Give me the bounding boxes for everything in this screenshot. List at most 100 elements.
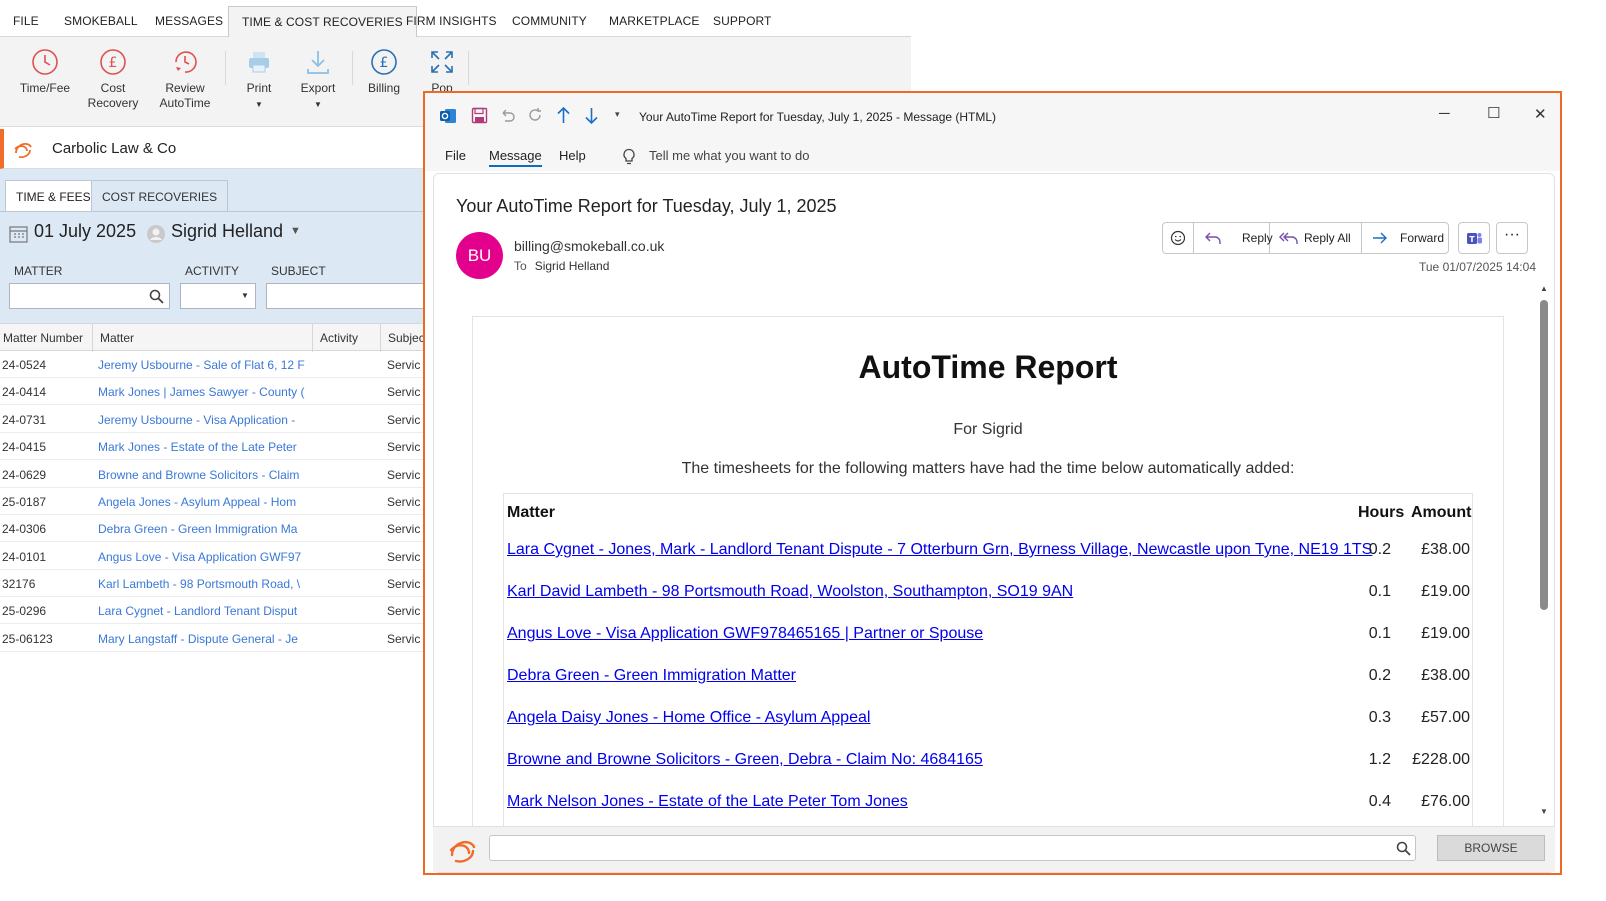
export-button[interactable]: Export ▼ [298,47,338,112]
email-body: AutoTime Report For Sigrid The timesheet… [472,316,1504,838]
report-amount: £57.00 [1421,709,1470,726]
scroll-thumb[interactable] [1540,300,1548,610]
sender-address[interactable]: billing@smokeball.co.uk [514,238,664,254]
menu-firm-insights[interactable]: FIRM INSIGHTS [406,14,497,28]
menu-time-cost-recoveries[interactable]: TIME & COST RECOVERIES [228,6,417,38]
matter-search-input[interactable] [9,283,170,309]
report-matter-link[interactable]: Debra Green - Green Immigration Matter [507,667,796,685]
report-matter-link[interactable]: Angela Daisy Jones - Home Office - Asylu… [507,709,870,727]
tab-message[interactable]: Message [489,148,542,167]
menu-messages[interactable]: MESSAGES [155,14,223,28]
report-row: Angela Daisy Jones - Home Office - Asylu… [504,709,1472,751]
tab-time-fees[interactable]: TIME & FEES [5,180,102,212]
subject-cell: Servic [387,358,421,372]
ellipsis-icon: ··· [1504,226,1520,243]
matter-link[interactable]: Browne and Browne Solicitors - Claim [98,468,308,482]
forward-button[interactable]: Forward [1362,223,1449,253]
forward-label: Forward [1400,231,1445,245]
matter-link[interactable]: Jeremy Usbourne - Visa Application - [98,413,308,427]
reading-scrollbar[interactable]: ▲ ▼ [1538,284,1550,818]
reply-button[interactable]: Reply [1194,223,1273,253]
time-fee-button[interactable]: Time/Fee [18,47,72,96]
smokeball-addin-bar: BROWSE [433,826,1555,872]
report-hours: 0.4 [1368,793,1391,810]
menu-support[interactable]: SUPPORT [713,14,772,28]
col-activity[interactable]: Activity [320,331,358,345]
report-hours: 0.1 [1368,625,1391,642]
undo-icon[interactable] [499,107,516,124]
chevron-down-icon[interactable]: ▼ [290,225,301,237]
scroll-down-icon[interactable]: ▼ [1540,807,1548,816]
report-matter-link[interactable]: Angus Love - Visa Application GWF9784651… [507,625,983,643]
expand-icon [431,51,453,73]
time-fee-label: Time/Fee [19,81,71,95]
matter-link[interactable]: Karl Lambeth - 98 Portsmouth Road, \ [98,577,308,591]
close-icon[interactable]: ✕ [1534,105,1547,123]
reply-all-button[interactable]: Reply All [1270,223,1362,253]
addin-search-input[interactable] [489,835,1416,861]
maximize-icon[interactable]: ☐ [1487,104,1500,122]
more-actions-button[interactable]: ··· [1496,222,1528,254]
billing-button[interactable]: £ Billing [364,47,404,96]
window-title: Your AutoTime Report for Tuesday, July 1… [639,110,997,124]
report-matter-link[interactable]: Karl David Lambeth - 98 Portsmouth Road,… [507,583,1073,601]
selected-user[interactable]: Sigrid Helland [171,221,283,242]
lightbulb-icon [623,148,635,165]
report-matter-link[interactable]: Lara Cygnet - Jones, Mark - Landlord Ten… [507,541,1372,559]
cost-recovery-button[interactable]: £ Cost Recovery [86,47,140,111]
report-matter-link[interactable]: Mark Nelson Jones - Estate of the Late P… [507,793,908,811]
menu-file[interactable]: FILE [13,14,39,28]
report-amount: £228.00 [1412,751,1470,768]
calendar-icon[interactable] [9,225,28,243]
col-subject[interactable]: Subjec [388,331,424,345]
subject-cell: Servic [387,550,421,564]
matter-link[interactable]: Mark Jones - Estate of the Late Peter [98,440,308,454]
col-matter[interactable]: Matter [100,331,134,345]
matter-link[interactable]: Mark Jones | James Sawyer - County ( [98,385,308,399]
report-row: Angus Love - Visa Application GWF9784651… [504,625,1472,667]
report-matter-link[interactable]: Browne and Browne Solicitors - Green, De… [507,751,983,769]
review-autotime-button[interactable]: Review AutoTime [156,47,214,111]
firm-name: Carbolic Law & Co [52,140,177,157]
matter-link[interactable]: Angela Jones - Asylum Appeal - Hom [98,495,308,509]
teams-share-button[interactable]: T [1458,222,1490,254]
matter-number: 24-0524 [2,358,47,372]
recipient-name[interactable]: Sigrid Helland [535,259,610,273]
selected-date[interactable]: 01 July 2025 [34,221,136,242]
report-amount: £38.00 [1421,541,1470,558]
subject-cell: Servic [387,577,421,591]
menu-smokeball[interactable]: SMOKEBALL [64,14,138,28]
customize-toolbar-icon[interactable]: ▾ [615,109,620,120]
matter-link[interactable]: Jeremy Usbourne - Sale of Flat 6, 12 F [98,358,308,372]
arrow-up-icon[interactable] [555,106,572,125]
ribbon-separator [225,51,226,85]
activity-select[interactable]: ▼ [180,283,256,309]
emoji-reaction-button[interactable] [1163,223,1194,253]
sender-avatar[interactable]: BU [456,232,503,279]
search-icon [1396,841,1411,856]
minimize-icon[interactable]: ─ [1439,105,1450,122]
subject-input[interactable] [266,283,426,309]
tell-me-search[interactable]: Tell me what you want to do [649,148,809,163]
browse-button[interactable]: BROWSE [1437,835,1545,861]
title-bar: ▾ Your AutoTime Report for Tuesday, July… [425,93,1560,139]
menu-marketplace[interactable]: MARKETPLACE [609,14,699,28]
tab-help[interactable]: Help [559,148,586,163]
scroll-up-icon[interactable]: ▲ [1540,284,1548,293]
pop-out-button[interactable]: Pop [424,47,460,96]
matter-link[interactable]: Debra Green - Green Immigration Ma [98,522,308,536]
redo-icon[interactable] [527,107,544,124]
matter-link[interactable]: Lara Cygnet - Landlord Tenant Disput [98,604,308,618]
arrow-down-icon[interactable] [583,106,600,125]
col-matter-number[interactable]: Matter Number [3,331,83,345]
tab-file[interactable]: File [445,148,466,163]
print-button[interactable]: Print ▼ [240,47,278,112]
menu-community[interactable]: COMMUNITY [512,14,587,28]
tab-cost-recoveries[interactable]: COST RECOVERIES [91,180,229,212]
save-icon[interactable] [471,107,488,124]
matter-link[interactable]: Angus Love - Visa Application GWF97 [98,550,308,564]
matter-number: 24-0629 [2,468,47,482]
matter-link[interactable]: Mary Langstaff - Dispute General - Je [98,632,308,646]
forward-arrow-icon [1373,232,1387,244]
report-col-hours: Hours [1358,504,1405,521]
